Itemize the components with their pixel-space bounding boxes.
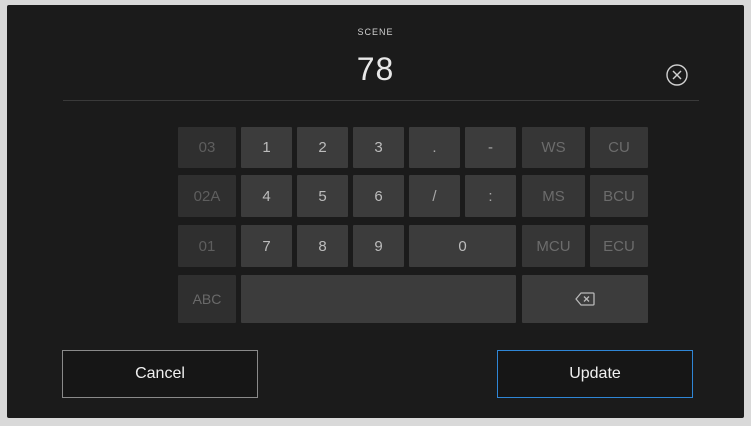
recent-scene-key[interactable]: 02A	[178, 175, 236, 217]
update-button[interactable]: Update	[497, 350, 693, 398]
colon-key[interactable]: :	[465, 175, 516, 217]
shot-key-ecu[interactable]: ECU	[590, 225, 648, 267]
digit-key-0[interactable]: 0	[409, 225, 516, 267]
slash-key[interactable]: /	[409, 175, 460, 217]
digit-key-2[interactable]: 2	[297, 127, 348, 168]
shot-key-bcu[interactable]: BCU	[590, 175, 648, 217]
circle-x-icon	[666, 64, 688, 86]
backspace-icon	[575, 292, 595, 306]
recent-scene-key[interactable]: 01	[178, 225, 236, 267]
clear-button[interactable]	[662, 60, 692, 90]
digit-key-5[interactable]: 5	[297, 175, 348, 217]
backspace-key[interactable]	[522, 275, 648, 323]
recent-scene-key[interactable]: 03	[178, 127, 236, 168]
digit-key-8[interactable]: 8	[297, 225, 348, 267]
scene-value-display: 78	[356, 51, 395, 87]
hyphen-key[interactable]: -	[465, 127, 516, 168]
abc-key[interactable]: ABC	[178, 275, 236, 323]
space-key[interactable]	[241, 275, 516, 323]
shot-key-mcu[interactable]: MCU	[522, 225, 585, 267]
digit-key-3[interactable]: 3	[353, 127, 404, 168]
cancel-button[interactable]: Cancel	[62, 350, 258, 398]
digit-key-9[interactable]: 9	[353, 225, 404, 267]
shot-key-ms[interactable]: MS	[522, 175, 585, 217]
digit-key-1[interactable]: 1	[241, 127, 292, 168]
period-key[interactable]: .	[409, 127, 460, 168]
divider	[63, 100, 699, 101]
field-title: SCENE	[357, 27, 394, 37]
digit-key-6[interactable]: 6	[353, 175, 404, 217]
digit-key-4[interactable]: 4	[241, 175, 292, 217]
digit-key-7[interactable]: 7	[241, 225, 292, 267]
shot-key-ws[interactable]: WS	[522, 127, 585, 168]
shot-key-cu[interactable]: CU	[590, 127, 648, 168]
scene-entry-screen: SCENE 78 03 1 2 3 . - WS CU 02A 4 5 6 / …	[7, 5, 744, 418]
